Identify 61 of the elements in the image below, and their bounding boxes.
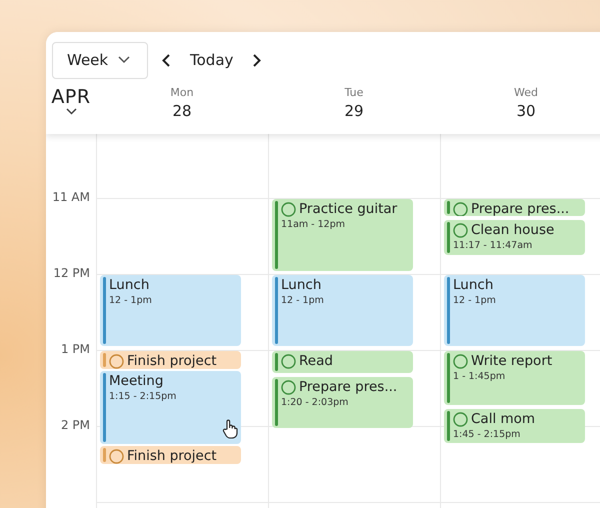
event-time: 1 - 1:45pm — [453, 371, 506, 382]
event-time: 12 - 1pm — [109, 295, 152, 306]
task-card[interactable]: Finish project — [100, 351, 241, 369]
task-card[interactable]: Practice guitar 11am - 12pm — [272, 199, 413, 271]
event-title: Clean house — [471, 222, 554, 239]
event-title: Lunch — [453, 277, 494, 294]
event-card[interactable]: Lunch 12 - 1pm — [444, 275, 585, 346]
chevron-right-icon — [253, 54, 262, 66]
task-circle-icon[interactable] — [109, 354, 124, 369]
event-title: Lunch — [281, 277, 322, 294]
event-title: Prepare pres... — [471, 201, 570, 216]
event-title: Lunch — [109, 277, 150, 294]
task-circle-icon[interactable] — [453, 412, 468, 427]
task-card[interactable]: Write report 1 - 1:45pm — [444, 351, 585, 405]
event-time: 1:45 - 2:15pm — [453, 429, 522, 440]
task-card[interactable]: Read — [272, 351, 413, 373]
chevron-down-icon — [118, 56, 130, 64]
event-title: Prepare pres... — [299, 379, 398, 396]
event-card[interactable]: Lunch 12 - 1pm — [100, 275, 241, 346]
month-label[interactable]: APR — [51, 86, 91, 108]
task-circle-icon[interactable] — [453, 223, 468, 238]
event-card[interactable]: Meeting 1:15 - 2:15pm — [100, 371, 241, 444]
date-label: 30 — [516, 102, 536, 120]
hour-label: 2 PM — [60, 418, 90, 432]
event-time: 11am - 12pm — [281, 219, 346, 230]
task-card[interactable]: Finish project — [100, 446, 241, 464]
task-card[interactable]: Prepare pres... — [444, 199, 585, 216]
chevron-down-icon[interactable] — [66, 108, 76, 115]
task-card[interactable]: Prepare pres... 1:20 - 2:03pm — [272, 377, 413, 428]
date-label: 28 — [172, 102, 192, 120]
event-time: 11:17 - 11:47am — [453, 240, 534, 251]
hour-label: 1 PM — [60, 342, 90, 356]
hour-label: 11 AM — [52, 190, 90, 204]
event-title: Finish project — [127, 353, 217, 369]
event-title: Practice guitar — [299, 201, 398, 218]
event-time: 12 - 1pm — [281, 295, 324, 306]
event-time: 12 - 1pm — [453, 295, 496, 306]
event-title: Finish project — [127, 448, 217, 464]
task-circle-icon[interactable] — [109, 449, 124, 464]
weekday-label: Tue — [344, 86, 364, 99]
event-title: Call mom — [471, 411, 536, 428]
task-circle-icon[interactable] — [281, 354, 296, 369]
event-time: 1:15 - 2:15pm — [109, 391, 176, 402]
hour-label: 12 PM — [53, 266, 90, 280]
event-title: Meeting — [109, 373, 164, 390]
date-label: 29 — [344, 102, 364, 120]
view-dropdown[interactable]: Week — [52, 42, 148, 78]
weekday-label: Wed — [514, 86, 538, 99]
hand-cursor-icon — [222, 419, 238, 439]
today-button[interactable]: Today — [184, 47, 240, 73]
task-card[interactable]: Clean house 11:17 - 11:47am — [444, 220, 585, 255]
event-card[interactable]: Lunch 12 - 1pm — [272, 275, 413, 346]
task-circle-icon[interactable] — [281, 380, 296, 395]
task-circle-icon[interactable] — [281, 202, 296, 217]
weekday-label: Mon — [170, 86, 194, 99]
event-time: 1:20 - 2:03pm — [281, 397, 350, 408]
task-circle-icon[interactable] — [453, 354, 468, 369]
chevron-left-icon — [162, 54, 170, 66]
event-title: Write report — [471, 353, 552, 370]
task-card[interactable]: Call mom 1:45 - 2:15pm — [444, 409, 585, 443]
event-title: Read — [299, 353, 333, 370]
